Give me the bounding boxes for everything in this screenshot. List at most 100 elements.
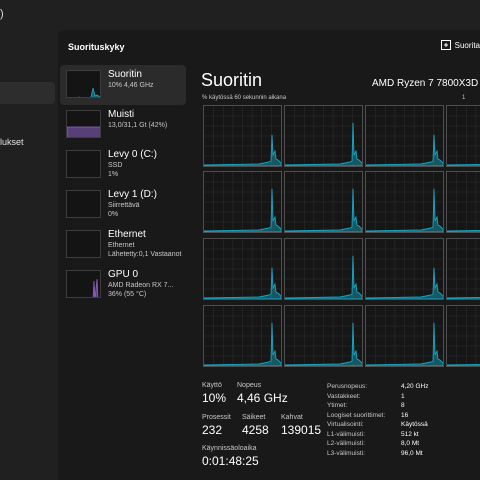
stat-processes-label: Prosessit bbox=[202, 414, 231, 421]
spec-label: L2-välimuisti: bbox=[327, 440, 365, 447]
stat-threads-label: Säikeet bbox=[242, 414, 266, 421]
page-header: Suorituskyky Suorita bbox=[58, 30, 480, 62]
device-thumbnail-graph bbox=[66, 70, 101, 98]
device-subtitle: Siirrettävä bbox=[108, 202, 140, 209]
logical-processor-graph bbox=[365, 305, 444, 367]
logical-processor-graph bbox=[365, 171, 444, 233]
run-new-task-button[interactable]: Suorita bbox=[440, 40, 480, 50]
stat-processes: Prosessit 232 bbox=[202, 414, 231, 437]
task-manager-window: ) lukset Suorituskyky Suorita Suoritin 10… bbox=[0, 0, 480, 480]
spec-label: Ytimet: bbox=[327, 402, 348, 409]
device-name: Levy 1 (D:) bbox=[108, 189, 157, 200]
spec-label: Perusnopeus: bbox=[327, 383, 368, 390]
device-item[interactable]: Ethernet Ethernet Lähetetty:0,1 Vastaanot bbox=[60, 225, 186, 265]
device-name: Ethernet bbox=[108, 229, 146, 240]
logical-processor-graph bbox=[284, 238, 363, 300]
spec-value: 96,0 Mt bbox=[401, 449, 423, 457]
spec-row: Perusnopeus: 4,20 GHz bbox=[327, 383, 480, 393]
device-detail: 0% bbox=[108, 211, 119, 218]
device-thumbnail-graph bbox=[66, 190, 101, 218]
device-thumbnail-graph bbox=[66, 270, 101, 298]
device-subtitle: 10% 4,46 GHz bbox=[108, 82, 154, 89]
spec-value: 8 bbox=[401, 402, 405, 409]
run-task-label: Suorita bbox=[454, 40, 480, 50]
spec-value: 512 kt bbox=[401, 430, 419, 438]
spec-row: Vastakkeet: 1 bbox=[327, 393, 480, 403]
stat-speed-value: 4,46 GHz bbox=[237, 391, 288, 405]
stat-utilization-value: 10% bbox=[202, 391, 227, 405]
stat-speed: Nopeus 4,46 GHz bbox=[237, 382, 288, 405]
logical-processor-graph bbox=[203, 305, 282, 367]
device-name: GPU 0 bbox=[108, 269, 139, 280]
device-item[interactable]: Suoritin 10% 4,46 GHz bbox=[60, 65, 186, 105]
logical-processor-graph bbox=[284, 105, 363, 167]
stat-handles-label: Kahvat bbox=[281, 414, 303, 421]
spec-row: L1-välimuisti: 512 kt bbox=[327, 431, 480, 441]
logical-processor-graph bbox=[446, 171, 480, 233]
logical-processor-graph bbox=[203, 171, 282, 233]
spec-value: 16 bbox=[401, 411, 409, 419]
logical-processor-graphs[interactable] bbox=[203, 105, 480, 375]
logical-processor-graph bbox=[203, 238, 282, 300]
utilization-graph-max: 1 bbox=[462, 95, 466, 101]
device-subtitle: Ethernet bbox=[108, 242, 135, 249]
spec-row: L3-välimuisti: 96,0 Mt bbox=[327, 450, 480, 460]
logical-processor-graph bbox=[446, 238, 480, 300]
utilization-graph-label: % käytössä 60 sekunnin aikana bbox=[202, 95, 287, 101]
cpu-model: AMD Ryzen 7 7800X3D 8 bbox=[372, 78, 480, 89]
device-item[interactable]: Levy 1 (D:) Siirrettävä 0% bbox=[60, 185, 186, 225]
device-subtitle: SSD bbox=[108, 162, 123, 169]
device-name: Levy 0 (C:) bbox=[108, 149, 157, 160]
stat-threads-value: 4258 bbox=[242, 423, 269, 437]
cpu-spec-table: Perusnopeus: 4,20 GHz Vastakkeet: 1 Ytimet: 8… bbox=[327, 383, 480, 459]
stat-handles: Kahvat 139015 bbox=[281, 414, 321, 437]
spec-label: L1-välimuisti: bbox=[327, 430, 365, 438]
spec-value: 4,20 GHz bbox=[401, 383, 429, 390]
navigation-pane: ) lukset bbox=[0, 0, 58, 480]
stat-threads: Säikeet 4258 bbox=[242, 414, 269, 437]
spec-value: 8,0 Mt bbox=[401, 440, 420, 447]
device-subtitle: 13,0/31,1 Gt (42%) bbox=[108, 122, 168, 129]
spec-value: 1 bbox=[401, 392, 405, 400]
nav-top-glyph: ) bbox=[0, 8, 4, 20]
logical-processor-graph bbox=[365, 238, 444, 300]
device-detail: Lähetetty:0,1 Vastaanot bbox=[108, 251, 182, 258]
device-name: Suoritin bbox=[108, 69, 142, 80]
stat-utilization-label: Käyttö bbox=[202, 382, 222, 389]
detail-title: Suoritin bbox=[201, 70, 263, 90]
device-item[interactable]: GPU 0 AMD Radeon RX 7... 36% (55 °C) bbox=[60, 265, 186, 305]
device-item[interactable]: Levy 0 (C:) SSD 1% bbox=[60, 145, 186, 185]
spec-row: L2-välimuisti: 8,0 Mt bbox=[327, 440, 480, 450]
device-thumbnail-graph bbox=[66, 230, 101, 258]
spec-label: Loogiset suorittimet: bbox=[327, 411, 386, 419]
device-subtitle: AMD Radeon RX 7... bbox=[108, 282, 174, 289]
logical-processor-graph bbox=[284, 171, 363, 233]
nav-item-performance[interactable] bbox=[0, 82, 55, 104]
stat-speed-label: Nopeus bbox=[237, 382, 262, 389]
logical-processor-graph bbox=[446, 105, 480, 167]
device-detail: 36% (55 °C) bbox=[108, 291, 147, 298]
spec-label: Vastakkeet: bbox=[327, 392, 361, 400]
run-task-icon bbox=[440, 40, 451, 50]
stat-processes-value: 232 bbox=[202, 423, 223, 437]
stat-handles-value: 139015 bbox=[281, 423, 322, 437]
stat-uptime-value: 0:01:48:25 bbox=[202, 454, 259, 468]
stat-uptime-label: Käynnissäoloaika bbox=[202, 445, 257, 452]
page-title: Suorituskyky bbox=[68, 42, 125, 52]
spec-label: L3-välimuisti: bbox=[327, 449, 365, 457]
logical-processor-graph bbox=[284, 305, 363, 367]
spec-row: Virtualisointi: Käytössä bbox=[327, 421, 480, 431]
device-item[interactable]: Muisti 13,0/31,1 Gt (42%) bbox=[60, 105, 186, 145]
device-thumbnail-graph bbox=[66, 150, 101, 178]
spec-value: Käytössä bbox=[401, 421, 428, 428]
spec-row: Ytimet: 8 bbox=[327, 402, 480, 412]
nav-item-label[interactable]: lukset bbox=[0, 137, 24, 147]
logical-processor-graph bbox=[446, 305, 480, 367]
device-detail: 1% bbox=[108, 171, 119, 178]
device-thumbnail-graph bbox=[66, 110, 101, 138]
device-list: Suoritin 10% 4,46 GHz Muisti 13,0/31,1 Gt (… bbox=[60, 65, 186, 305]
logical-processor-graph bbox=[203, 105, 282, 167]
stat-uptime: Käynnissäoloaika 0:01:48:25 bbox=[202, 445, 259, 468]
spec-row: Loogiset suorittimet: 16 bbox=[327, 412, 480, 422]
device-name: Muisti bbox=[108, 109, 135, 120]
